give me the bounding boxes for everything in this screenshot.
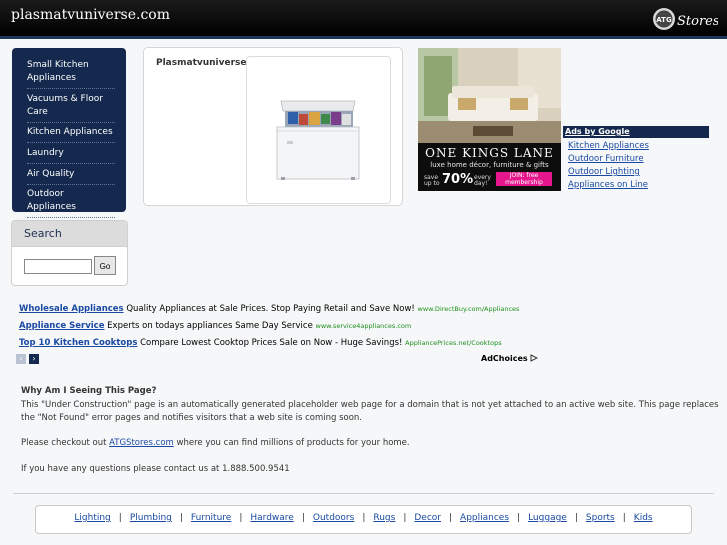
text-ad-title[interactable]: Top 10 Kitchen Cooktops (19, 338, 137, 348)
footer-separator: | (301, 513, 305, 523)
footer-separator: | (179, 513, 183, 523)
footer-separator: | (622, 513, 626, 523)
banner-join-line2: membership (505, 179, 543, 186)
search-input[interactable] (24, 259, 92, 274)
banner-join-line1: JOIN: free (509, 172, 539, 179)
sidebar-item-small-kitchen-appliances[interactable]: Small Kitchen Appliances (27, 59, 115, 89)
footer-link-sports[interactable]: Sports (586, 513, 615, 523)
info-paragraph-line: the "Not Found" error pages and notifies… (21, 413, 363, 423)
sidebar-item-vacuums-floor-care[interactable]: Vacuums & Floor Care (27, 93, 115, 123)
text-ad-url[interactable]: www.service4appliances.com (316, 322, 412, 330)
text-ad-title[interactable]: Appliance Service (19, 321, 104, 331)
chest-freezer-image[interactable] (247, 57, 390, 203)
search-heading: Search (12, 221, 127, 247)
footer-separator: | (517, 513, 521, 523)
content-divider (13, 493, 714, 494)
footer-link-outdoors[interactable]: Outdoors (313, 513, 354, 523)
footer-link-decor[interactable]: Decor (414, 513, 441, 523)
footer-separator: | (403, 513, 407, 523)
google-ad-link-outdoor-lighting[interactable]: Outdoor Lighting (568, 167, 640, 177)
logo-badge-text: ATG (656, 16, 672, 24)
logo-wordmark: Stores (677, 14, 718, 29)
text-ad-url[interactable]: www.DirectBuy.com/Appliances (418, 305, 520, 313)
footer-link-lighting[interactable]: Lighting (74, 513, 110, 523)
banner-save-block: save up to (424, 175, 440, 187)
text-ad-url[interactable]: AppliancePrices.net/Cooktops (405, 339, 501, 347)
footer-link-rugs[interactable]: Rugs (373, 513, 395, 523)
text-ad-row: Top 10 Kitchen Cooktops Compare Lowest C… (19, 338, 502, 348)
adchoices-label: AdChoices (481, 354, 528, 363)
sidebar-item-outdoor-appliances[interactable]: Outdoor Appliances (27, 188, 115, 218)
info-title: Why Am I Seeing This Page? (21, 386, 157, 396)
banner-day-text: day! (474, 180, 488, 187)
atg-stores-logo[interactable]: ATG Stores (652, 5, 718, 33)
banner-percent: 70% (442, 172, 474, 187)
footer-link-kids[interactable]: Kids (634, 513, 653, 523)
footer-link-luggage[interactable]: Luggage (528, 513, 567, 523)
banner-brand: ONE KINGS LANE (425, 146, 554, 160)
footer-link-furniture[interactable]: Furniture (191, 513, 231, 523)
footer-separator: | (362, 513, 366, 523)
banner-upto-text: up to (424, 180, 440, 187)
atgstores-link[interactable]: ATGStores.com (109, 438, 174, 448)
top-header-bar: plasmatvuniverse.com ATG Stores (0, 0, 727, 39)
text-ad-row: Wholesale Appliances Quality Appliances … (19, 304, 519, 314)
ad-next-arrow-icon[interactable]: › (29, 354, 39, 364)
info-checkout-line: Please checkout out ATGStores.com where … (21, 437, 410, 450)
checkout-prefix: Please checkout out (21, 438, 110, 448)
footer-separator: | (239, 513, 243, 523)
footer-separator: | (118, 513, 122, 523)
footer-separator: | (574, 513, 578, 523)
site-title[interactable]: plasmatvuniverse.com (11, 7, 170, 23)
banner-join-button[interactable]: JOIN: free membership (496, 172, 552, 186)
category-sidebar: Small Kitchen Appliances Vacuums & Floor… (12, 48, 126, 218)
text-ad-body: Quality Appliances at Sale Prices. Stop … (126, 304, 415, 314)
footer-category-nav: Lighting | Plumbing | Furniture | Hardware | Out… (35, 505, 692, 534)
checkout-suffix: where you can find millions of products … (173, 438, 410, 448)
sidebar-item-air-quality[interactable]: Air Quality (27, 168, 115, 185)
product-title: Plasmatvuniverse (156, 58, 247, 68)
one-kings-lane-banner-ad[interactable]: ONE KINGS LANE luxe home décor, furnitur… (418, 48, 561, 191)
footer-link-hardware[interactable]: Hardware (250, 513, 293, 523)
product-image-frame[interactable] (246, 56, 391, 204)
banner-every-block: every day! (474, 175, 491, 187)
text-ad-body: Experts on todays appliances Same Day Se… (107, 321, 313, 331)
contact-line: If you have any questions please contact… (21, 464, 290, 474)
sidebar-item-laundry[interactable]: Laundry (27, 147, 115, 164)
info-paragraph-line: This "Under Construction" page is an aut… (21, 400, 719, 410)
google-ad-link-outdoor-furniture[interactable]: Outdoor Furniture (568, 154, 644, 164)
footer-link-plumbing[interactable]: Plumbing (130, 513, 172, 523)
google-ad-link-kitchen-appliances[interactable]: Kitchen Appliances (568, 141, 649, 151)
text-ad-body: Compare Lowest Cooktop Prices Sale on No… (140, 338, 403, 348)
search-panel: Search Go (11, 220, 128, 286)
google-ad-link-appliances-on-line[interactable]: Appliances on Line (568, 180, 648, 190)
adchoices-link[interactable]: AdChoices (481, 354, 539, 363)
living-room-photo (418, 48, 561, 143)
ads-by-google-heading[interactable]: Ads by Google (563, 126, 709, 138)
text-ad-row: Appliance Service Experts on todays appl… (19, 321, 411, 331)
search-go-button[interactable]: Go (94, 256, 116, 275)
adchoices-icon (530, 354, 539, 362)
sidebar-item-kitchen-appliances[interactable]: Kitchen Appliances (27, 126, 115, 143)
text-ad-title[interactable]: Wholesale Appliances (19, 304, 124, 314)
footer-links: Lighting | Plumbing | Furniture | Hardware | Out… (36, 513, 691, 523)
ad-prev-arrow-icon[interactable]: ‹ (16, 354, 26, 364)
footer-separator: | (449, 513, 453, 523)
footer-link-appliances[interactable]: Appliances (460, 513, 509, 523)
banner-tagline: luxe home décor, furniture & gifts (430, 161, 549, 169)
product-panel: Plasmatvuniverse (143, 47, 403, 206)
